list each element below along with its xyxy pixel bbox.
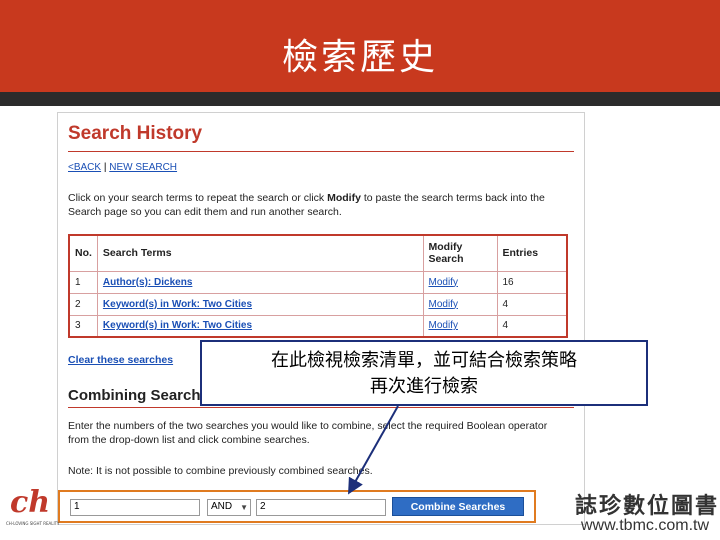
search-history-table: No. Search Terms Modify Search Entries 1… (68, 234, 568, 338)
intro-text: Click on your search terms to repeat the… (68, 191, 568, 219)
combine-searches-button[interactable]: Combine Searches (392, 497, 524, 516)
table-row: 1 Author(s): Dickens Modify 16 (68, 270, 568, 294)
modify-link[interactable]: Modify (429, 277, 458, 288)
search-term-link[interactable]: Keyword(s) in Work: Two Cities (103, 299, 252, 310)
logo-mark: ch (10, 485, 51, 520)
search-term-link[interactable]: Keyword(s) in Work: Two Cities (103, 320, 252, 331)
col-header-entries: Entries (496, 234, 568, 272)
chevron-down-icon: ▼ (240, 503, 248, 512)
search-history-screenshot: Search History <BACK | NEW SEARCH Click … (57, 112, 585, 525)
table-row: 3 Keyword(s) in Work: Two Cities Modify … (68, 314, 568, 338)
row-entries: 4 (496, 314, 568, 338)
company-logo-left: ch CH-LOVING SIGHT REALITY (6, 485, 60, 532)
row-no: 1 (68, 270, 98, 294)
logo-url: www.tbmc.com.tw (581, 517, 710, 534)
nav-links: <BACK | NEW SEARCH (68, 162, 177, 173)
intro-before: Click on your search terms to repeat the… (68, 192, 328, 204)
slide-title: 檢索歷史 (281, 37, 438, 78)
nav-separator: | (103, 162, 107, 173)
modify-link[interactable]: Modify (429, 320, 458, 331)
callout-box: 在此檢視檢索清單，並可結合檢索策略 再次進行檢索 (200, 340, 648, 406)
title-divider (68, 151, 574, 152)
row-entries: 16 (496, 270, 568, 294)
col-header-no: No. (68, 234, 98, 272)
row-entries: 4 (496, 292, 568, 316)
header-band (0, 92, 720, 106)
combining-title: Combining Searches (68, 387, 218, 404)
operator-value: AND (211, 501, 233, 512)
row-no: 2 (68, 292, 98, 316)
logo-chinese-name: 誌珍數位圖書 (575, 494, 720, 519)
row-no: 3 (68, 314, 98, 338)
col-header-terms: Search Terms (96, 234, 424, 272)
back-link[interactable]: <BACK (68, 162, 101, 173)
table-row: 2 Keyword(s) in Work: Two Cities Modify … (68, 292, 568, 316)
modify-link[interactable]: Modify (429, 299, 458, 310)
page-title: Search History (68, 123, 203, 144)
company-logo-right: 誌珍數位圖書 www.tbmc.com.tw (563, 488, 718, 538)
callout-line-2: 再次進行檢索 (370, 376, 478, 397)
first-search-input[interactable]: 1 (70, 499, 200, 516)
callout-line-1: 在此檢視檢索清單，並可結合檢索策略 (271, 350, 577, 371)
logo-subtitle: CH-LOVING SIGHT REALITY (6, 521, 60, 526)
clear-searches-link[interactable]: Clear these searches (68, 354, 173, 366)
combining-note: Note: It is not possible to combine prev… (68, 465, 373, 477)
table-header-row: No. Search Terms Modify Search Entries (68, 234, 568, 272)
col-header-modify: Modify Search (422, 234, 498, 272)
second-search-input[interactable]: 2 (256, 499, 386, 516)
search-term-link[interactable]: Author(s): Dickens (103, 277, 192, 288)
operator-select[interactable]: AND ▼ (207, 499, 251, 516)
new-search-link[interactable]: NEW SEARCH (109, 162, 177, 173)
combining-instructions: Enter the numbers of the two searches yo… (68, 420, 548, 446)
combining-divider (68, 407, 574, 408)
intro-bold: Modify (327, 192, 361, 204)
combine-form-highlight: 1 AND ▼ 2 Combine Searches (58, 490, 536, 523)
